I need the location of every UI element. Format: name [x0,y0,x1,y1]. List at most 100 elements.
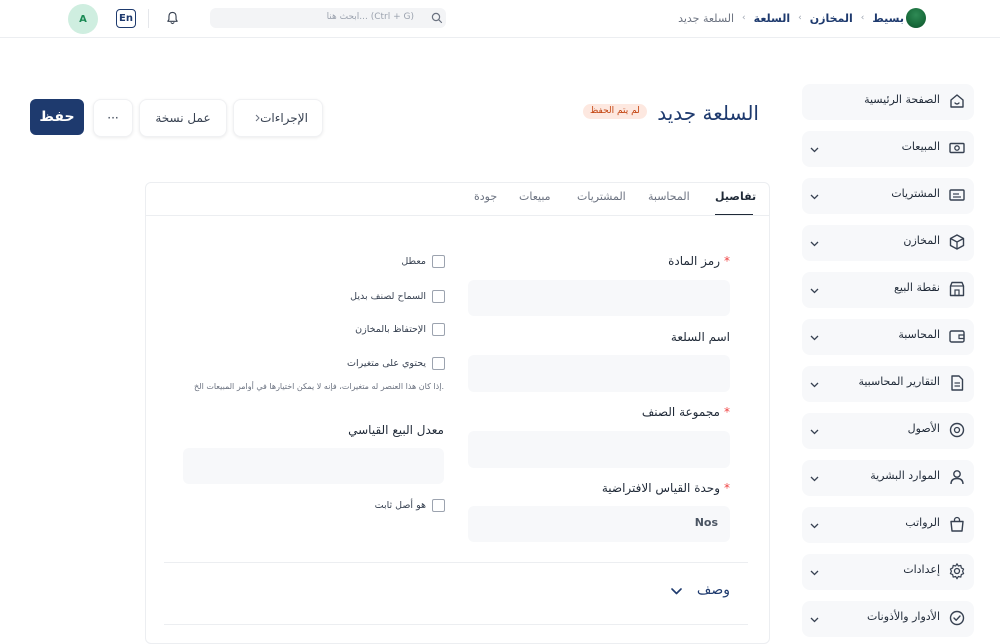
chevron-down-icon [810,429,819,435]
description-section-toggle[interactable]: وصف [697,582,730,598]
target-icon [949,422,965,438]
uom-input[interactable]: Nos [468,506,730,542]
money-icon [949,142,965,154]
document-icon [951,375,964,391]
chevron-down-icon [810,382,819,388]
home-icon [950,94,964,108]
section-divider [164,562,748,563]
check-circle-icon [949,610,965,626]
sidebar-item-buying[interactable]: المشتريات [802,178,974,214]
sidebar-item-stock[interactable]: المخازن [802,225,974,261]
box-icon [949,234,965,250]
user-icon [950,470,964,485]
chevron-down-icon [810,570,819,576]
top-bar: بسيط ‹ المخازن ‹ السلعة ‹ السلعة جديد اب… [0,0,1000,38]
store-icon [949,281,965,297]
has-variants-help: إذا كان هذا العنصر له متغيرات، فإنه لا ي… [193,382,444,391]
status-badge: لم يتم الحفظ [583,104,647,119]
standard-rate-input[interactable] [183,448,444,484]
tab-quality[interactable]: جودة [474,190,497,203]
sidebar-item-label: الأصول [907,422,940,435]
bell-icon[interactable] [165,10,180,26]
has-variants-checkbox[interactable] [432,356,445,370]
has-variants-checkbox-row[interactable]: يحتوي على متغيرات [347,356,445,370]
save-button[interactable]: حفظ [30,99,84,135]
search-icon [431,12,443,24]
item-code-input[interactable] [468,280,730,316]
tab-sales[interactable]: مبيعات [519,190,551,203]
item-group-input[interactable] [468,431,730,468]
item-group-label: مجموعة الصنف * [641,405,730,419]
sidebar-item-hr[interactable]: الموارد البشرية [802,460,974,496]
breadcrumb-separator: ‹ [798,13,802,23]
actions-label: الإجراءات [260,111,308,125]
chevron-down-icon [810,241,819,247]
sidebar-item-accounting[interactable]: المحاسبة [802,319,974,355]
chevron-down-icon [810,288,819,294]
sidebar-item-label: إعدادات [903,563,940,576]
tabs-divider [145,215,769,216]
sidebar-item-pos[interactable]: نقطة البيع [802,272,974,308]
chevron-down-icon [810,147,819,153]
sidebar-item-label: الموارد البشرية [870,469,940,482]
maintain-stock-checkbox[interactable] [432,322,445,336]
sidebar-item-home[interactable]: الصفحة الرئيسية [802,84,974,120]
item-name-input[interactable] [468,355,730,392]
avatar[interactable]: A [68,4,98,34]
sidebar-item-roles-permissions[interactable]: الأدوار والأذونات [802,601,974,637]
disabled-label: معطل [401,255,426,267]
sidebar-item-label: المخازن [903,234,940,247]
sidebar-item-label: المحاسبة [898,328,940,341]
maintain-stock-label: الإحتفاظ بالمخازن [355,323,426,335]
required-mark: * [724,405,730,419]
tab-details[interactable]: تفاصيل [715,190,756,203]
sidebar-item-label: المشتريات [891,187,940,200]
more-options-button[interactable]: ··· [93,99,133,137]
receipt-icon [949,189,965,201]
disabled-checkbox-row[interactable]: معطل [401,254,445,268]
wallet-icon [949,330,965,343]
sidebar-item-settings[interactable]: إعدادات [802,554,974,590]
uom-label: وحدة القياس الافتراضية * [601,481,730,495]
sidebar-item-assets[interactable]: الأصول [802,413,974,449]
breadcrumb-separator: ‹ [742,13,746,23]
item-name-label: اسم السلعة [670,330,730,344]
gear-icon [949,563,965,580]
sidebar-item-label: الأدوار والأذونات [866,610,940,623]
search-placeholder: ابحث هنا... (Ctrl + G) [326,12,414,22]
allow-alternative-checkbox[interactable] [432,289,445,303]
allow-alternative-label: السماح لصنف بديل [350,290,426,302]
actions-dropdown[interactable]: الإجراءات [233,99,323,137]
sidebar-item-label: الرواتب [905,516,940,529]
app-logo[interactable] [906,8,926,28]
tab-accounting[interactable]: المحاسبة [648,190,690,203]
chevron-down-icon [810,335,819,341]
sidebar-item-payroll[interactable]: الرواتب [802,507,974,543]
sidebar-item-selling[interactable]: المبيعات [802,131,974,167]
breadcrumb: بسيط ‹ المخازن ‹ السلعة ‹ السلعة جديد [678,10,904,26]
search-input[interactable]: ابحث هنا... (Ctrl + G) [210,8,446,28]
chevron-down-icon [810,523,819,529]
bag-icon [950,516,964,532]
breadcrumb-app[interactable]: بسيط [872,12,904,25]
divider [148,9,149,28]
chevron-down-icon[interactable] [671,588,682,595]
duplicate-button[interactable]: عمل نسخة [139,99,227,137]
sidebar-item-label: نقطة البيع [894,281,940,294]
breadcrumb-item[interactable]: السلعة [754,12,790,25]
tab-purchasing[interactable]: المشتريات [577,190,626,203]
allow-alternative-checkbox-row[interactable]: السماح لصنف بديل [350,289,445,303]
chevron-down-icon [810,194,819,200]
chevron-down-icon [810,476,819,482]
fixed-asset-checkbox-row[interactable]: هو أصل ثابت [375,498,445,512]
chevron-down-icon [810,617,819,623]
language-switch[interactable]: En [116,9,136,28]
disabled-checkbox[interactable] [432,254,445,268]
item-code-label: رمز المادة * [668,254,730,268]
sidebar-item-financial-reports[interactable]: التقارير المحاسبية [802,366,974,402]
breadcrumb-current: السلعة جديد [678,11,735,25]
standard-rate-label: معدل البيع القياسي [348,423,444,437]
maintain-stock-checkbox-row[interactable]: الإحتفاظ بالمخازن [355,322,445,336]
breadcrumb-stock[interactable]: المخازن [810,12,853,25]
fixed-asset-checkbox[interactable] [432,498,445,512]
